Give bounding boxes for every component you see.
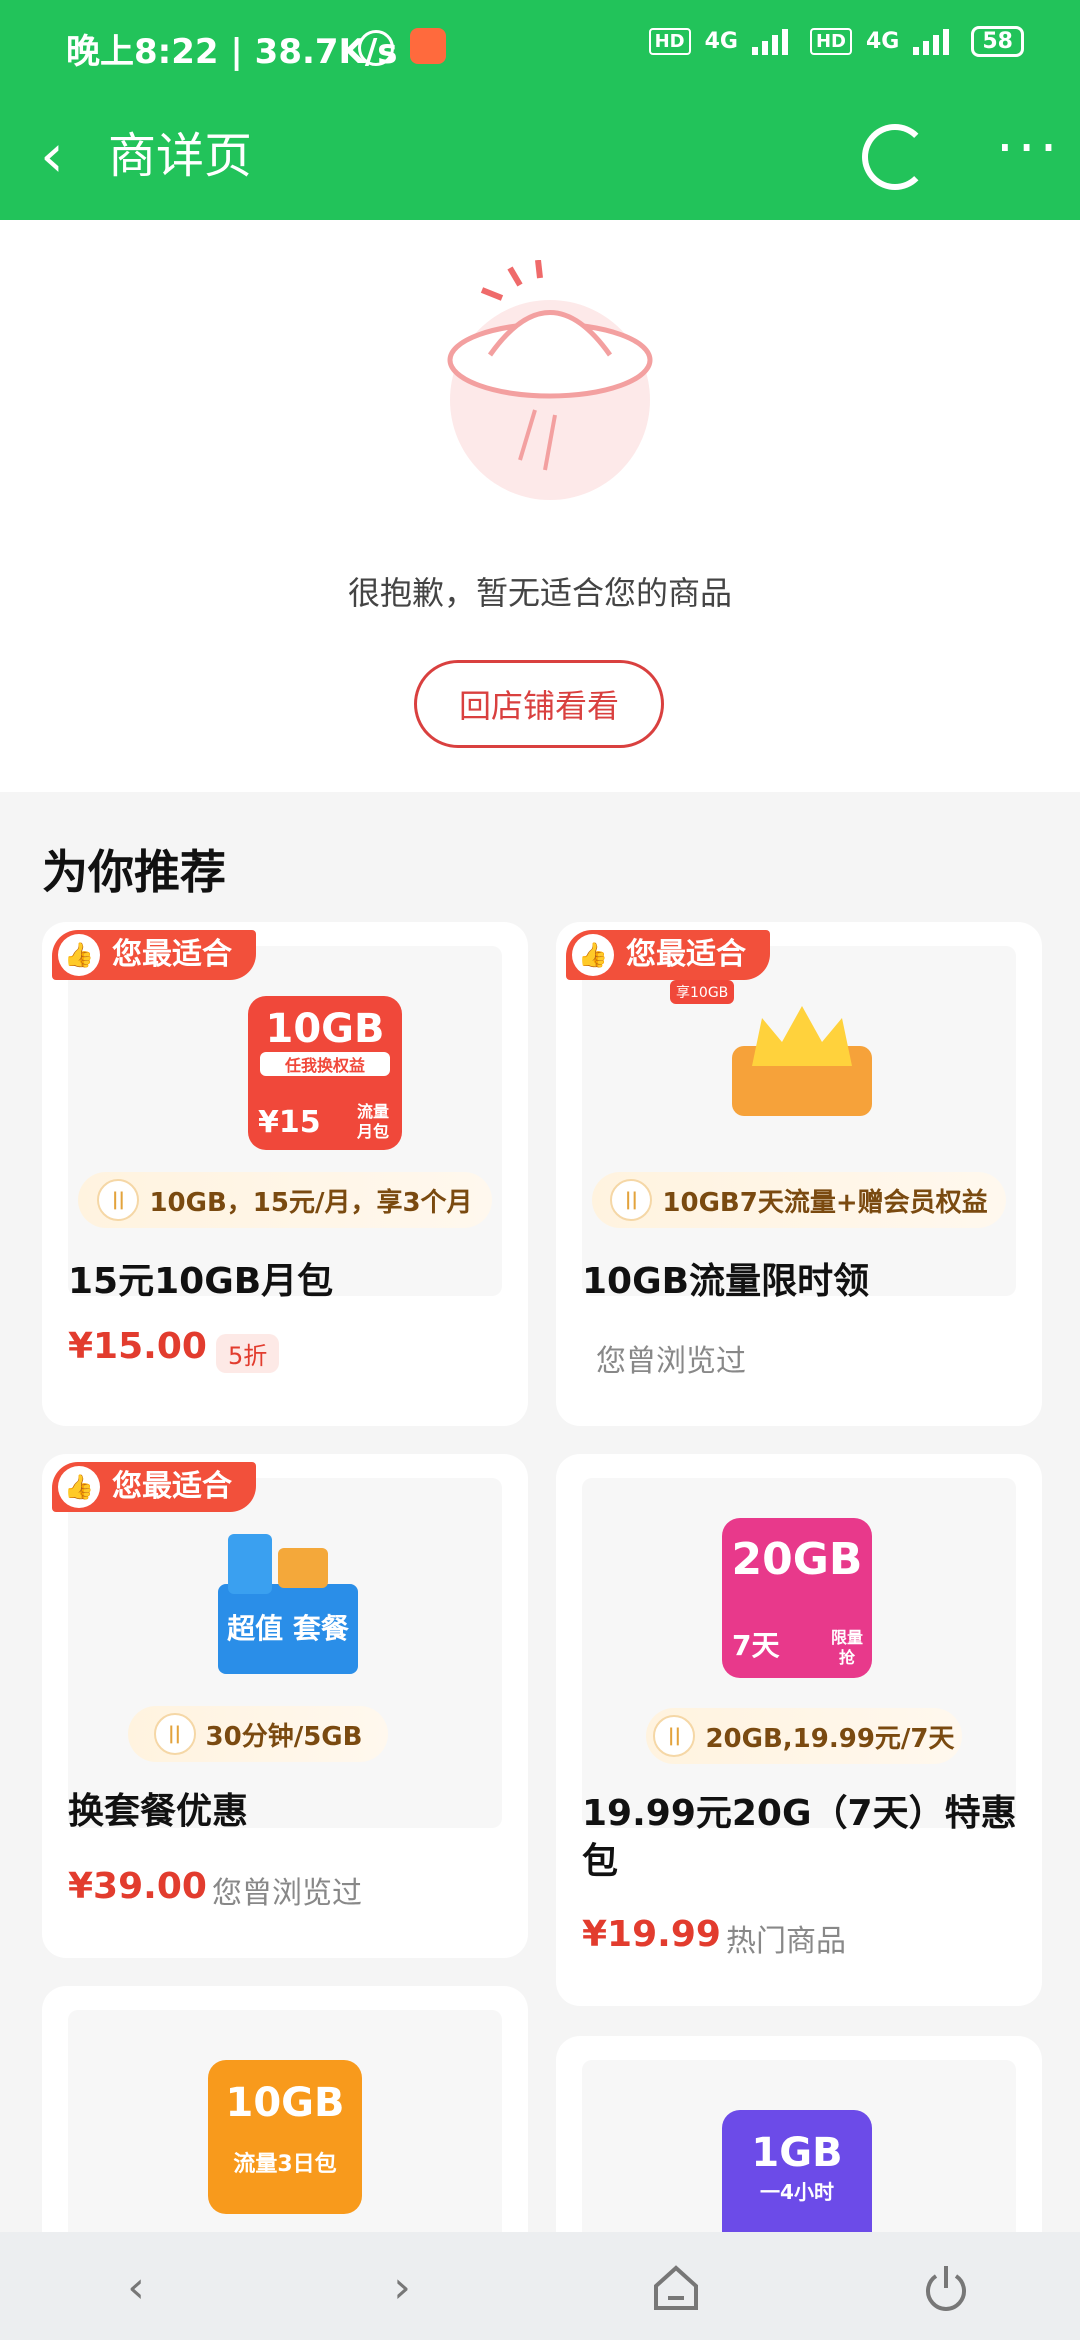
product-price: ¥19.99 — [582, 1914, 721, 1955]
power-icon[interactable] — [916, 2258, 976, 2318]
empty-state: 很抱歉，暂无适合您的商品 回店铺看看 — [0, 220, 1080, 792]
product-image: 20GB 7天 限量抢 — [582, 1478, 1016, 1828]
top-nav-bar: ‹ 商详页 ··· — [0, 96, 1080, 220]
tag-label: 10GB7天流量+赠会员权益 — [662, 1187, 988, 1218]
crown-gift-image: 享10GB — [670, 980, 882, 1116]
best-fit-badge: 👍 您最适合 — [566, 930, 770, 980]
network-label-2: 4G — [866, 29, 900, 54]
product-name: 15元10GB月包 — [68, 1261, 334, 1302]
hot-label: 热门商品 — [726, 1924, 846, 1959]
refresh-icon[interactable] — [862, 124, 928, 190]
product-name: 19.99元20G（7天）特惠包 — [582, 1793, 1017, 1882]
package-size: 1GB — [751, 2130, 843, 2176]
package-20gb-image: 20GB 7天 限量抢 — [722, 1518, 872, 1678]
alarm-icon — [358, 30, 394, 66]
bottom-navigation: ‹ › — [0, 2232, 1080, 2340]
product-name: 换套餐优惠 — [68, 1791, 249, 1832]
viewed-label: 您曾浏览过 — [596, 1344, 746, 1379]
package-sub: 一4小时 — [760, 2180, 834, 2204]
nav-back-icon[interactable]: ‹ — [106, 2258, 166, 2318]
product-image: 享10GB — [582, 946, 1016, 1296]
app-notification-icon — [410, 28, 446, 64]
package-side: 流量月包 — [356, 1102, 389, 1141]
product-card[interactable]: 10GB 任我换权益 ¥15 流量月包 👍 您最适合 || 10GB，15元/月，享… — [42, 922, 528, 1426]
recommend-title: 为你推荐 — [42, 845, 226, 899]
product-tag: || 30分钟/5GB — [128, 1706, 388, 1762]
package-size: 10GB — [225, 2080, 345, 2126]
package-10gb-image: 10GB 任我换权益 ¥15 流量月包 — [248, 996, 402, 1150]
badge-label: 您最适合 — [112, 937, 232, 972]
product-image: 10GB 任我换权益 ¥15 流量月包 — [68, 946, 502, 1296]
product-card[interactable]: 20GB 7天 限量抢 || 20GB,19.99元/7天 19.99元20G（7… — [556, 1454, 1042, 2006]
battery-icon: 58 — [971, 26, 1024, 57]
status-time: 晚上8:22 | 38.7K/s — [66, 32, 398, 72]
viewed-label: 您曾浏览过 — [212, 1876, 362, 1911]
hd-badge-2: HD — [809, 28, 852, 55]
best-fit-badge: 👍 您最适合 — [52, 930, 256, 980]
chevron-left-icon[interactable]: ‹ — [40, 126, 64, 186]
signal-icon-2 — [913, 28, 957, 55]
corner-label: 享10GB — [670, 980, 735, 1004]
ufo-illustration — [447, 260, 653, 500]
page-title: 商详页 — [108, 128, 253, 184]
sound-wave-icon: || — [653, 1715, 696, 1757]
package-box-image: 超值 套餐 — [208, 1534, 358, 1674]
status-bar: 晚上8:22 | 38.7K/s HD 4G HD 4G 58 — [0, 0, 1080, 96]
package-sub: 流量3日包 — [233, 2152, 337, 2177]
tag-label: 30分钟/5GB — [205, 1721, 363, 1752]
network-label: 4G — [704, 29, 738, 54]
product-tag: || 10GB，15元/月，享3个月 — [78, 1172, 492, 1228]
badge-label: 您最适合 — [112, 1469, 232, 1504]
package-10gb-3day-image: 10GB 流量3日包 — [208, 2060, 362, 2214]
product-tag: || 10GB7天流量+赠会员权益 — [592, 1172, 1006, 1228]
product-card[interactable]: 超值 套餐 👍 您最适合 || 30分钟/5GB 换套餐优惠 ¥39.00 您曾浏览… — [42, 1454, 528, 1958]
product-card[interactable]: 享10GB 👍 您最适合 || 10GB7天流量+赠会员权益 10GB流量限时领 您… — [556, 922, 1042, 1426]
badge-label: 您最适合 — [626, 937, 746, 972]
product-price: ¥15.00 — [68, 1326, 207, 1367]
product-price: ¥39.00 — [68, 1866, 207, 1907]
home-icon[interactable] — [646, 2258, 706, 2318]
best-fit-badge: 👍 您最适合 — [52, 1462, 256, 1512]
more-icon[interactable]: ··· — [996, 121, 1061, 177]
box-text: 超值 套餐 — [218, 1584, 358, 1674]
empty-message: 很抱歉，暂无适合您的商品 — [347, 574, 732, 612]
product-name: 10GB流量限时领 — [582, 1261, 870, 1302]
sound-wave-icon: || — [97, 1179, 140, 1221]
thumbs-up-icon: 👍 — [58, 934, 100, 976]
thumbs-up-icon: 👍 — [58, 1466, 100, 1508]
product-image: 超值 套餐 — [68, 1478, 502, 1828]
package-perk: 任我换权益 — [260, 1052, 390, 1076]
package-size: 20GB — [731, 1534, 863, 1585]
discount-badge: 5折 — [216, 1334, 280, 1373]
package-size: 10GB — [265, 1006, 385, 1052]
package-price: ¥15 — [258, 1105, 321, 1140]
hd-badge: HD — [648, 28, 691, 55]
nav-forward-icon[interactable]: › — [372, 2258, 432, 2318]
signal-icon — [751, 28, 796, 55]
tag-label: 10GB，15元/月，享3个月 — [149, 1187, 473, 1218]
package-days: 7天 — [732, 1629, 780, 1662]
sound-wave-icon: || — [153, 1713, 196, 1755]
sound-wave-icon: || — [610, 1179, 653, 1221]
back-to-shop-button[interactable]: 回店铺看看 — [414, 660, 664, 748]
status-right: HD 4G HD 4G 58 — [648, 26, 1024, 57]
product-tag: || 20GB,19.99元/7天 — [646, 1708, 962, 1764]
thumbs-up-icon: 👍 — [572, 934, 614, 976]
tag-label: 20GB,19.99元/7天 — [705, 1723, 955, 1754]
package-limit: 限量抢 — [830, 1628, 863, 1667]
